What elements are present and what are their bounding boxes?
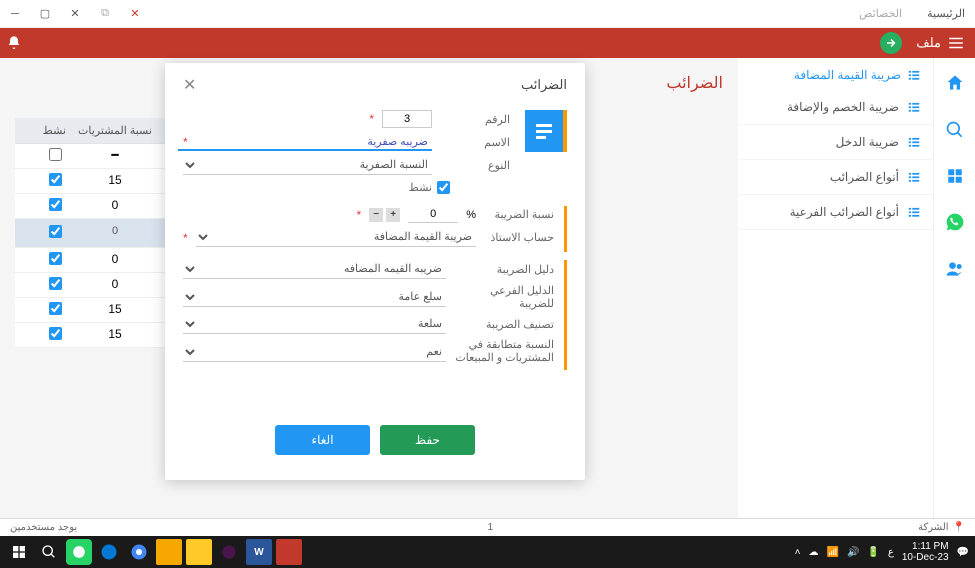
label-tax-class: تصنيف الضريبة	[454, 318, 554, 331]
taskbar-clock[interactable]: 1:11 PM 10-Dec-23	[902, 541, 949, 563]
list-icon	[907, 68, 921, 82]
close-button[interactable]: ✕	[60, 0, 90, 28]
content-area: الضرائب بة المبيعات نسبة المشتريات نشط ━…	[0, 58, 738, 518]
tray-lang[interactable]: ع	[888, 547, 894, 558]
spin-up[interactable]: +	[386, 208, 400, 222]
task-whatsapp-icon[interactable]	[66, 539, 92, 565]
save-button[interactable]: حفظ	[380, 425, 475, 455]
cancel-button[interactable]: الغاء	[275, 425, 370, 455]
list-icon	[907, 135, 921, 149]
notification-bell-icon[interactable]	[0, 28, 28, 58]
titlebar: الرئيسية الخصائص ─ ▢ ✕ ⧉ ✕	[0, 0, 975, 28]
input-tax-pct[interactable]	[408, 206, 458, 223]
panel-item-subtax-types[interactable]: أنواع الضرائب الفرعية	[738, 195, 933, 230]
start-icon[interactable]	[6, 539, 32, 565]
label-tax-guide: دليل الضريبة	[454, 263, 554, 276]
breadcrumb: ضريبة القيمة المضافة	[738, 68, 933, 90]
location-pin-icon: 📍	[953, 522, 965, 533]
task-store-icon[interactable]	[156, 539, 182, 565]
select-tax-class[interactable]: سلعة	[183, 315, 446, 334]
row-active-checkbox[interactable]	[49, 327, 62, 340]
users-status: يوجد مستخدمين	[10, 522, 77, 533]
spin-down[interactable]: −	[369, 208, 383, 222]
header: ملف	[0, 28, 975, 58]
task-explorer-icon[interactable]	[186, 539, 212, 565]
label-ledger: حساب الاستاذ	[484, 231, 554, 244]
taskbar: W ˄ ☁ 📶 🔊 🔋 ع 1:11 PM 10-Dec-23 💬	[0, 536, 975, 568]
select-tax-guide[interactable]: ضريبه القيمه المضافه	[183, 260, 446, 279]
vertical-sidebar	[933, 58, 975, 518]
tray-wifi-icon[interactable]: 📶	[827, 547, 839, 558]
row-active-checkbox[interactable]	[49, 302, 62, 315]
required-icon: *	[183, 231, 188, 245]
task-search-icon[interactable]	[36, 539, 62, 565]
label-match: النسبة متطابقة في المشتريات و المبيعات	[454, 339, 554, 365]
percent-sign: %	[466, 209, 476, 221]
side-panel: ضريبة القيمة المضافة ضريبة الخصم والإضاف…	[738, 58, 933, 518]
select-match[interactable]: نعم	[183, 343, 446, 362]
status-bar: 📍 الشركة 1 يوجد مستخدمين	[0, 518, 975, 536]
row-active-checkbox[interactable]	[49, 173, 62, 186]
company-label: الشركة	[918, 522, 948, 533]
select-sub-guide[interactable]: سلع عامة	[183, 288, 446, 307]
row-active-checkbox[interactable]	[49, 198, 62, 211]
whatsapp-icon[interactable]	[945, 212, 965, 237]
tray-battery-icon[interactable]: 🔋	[867, 547, 879, 558]
list-icon	[907, 170, 921, 184]
task-slack-icon[interactable]	[216, 539, 242, 565]
label-number: الرقم	[440, 113, 510, 126]
list-icon	[907, 100, 921, 114]
users-icon[interactable]	[945, 259, 965, 284]
tray-chevron-icon[interactable]: ˄	[795, 547, 801, 558]
maximize-button[interactable]: ▢	[30, 0, 60, 28]
panel-item-tax-types[interactable]: أنواع الضرائب	[738, 160, 933, 195]
tab-close-icon[interactable]: ✕	[120, 0, 150, 28]
label-type: النوع	[440, 159, 510, 172]
input-number[interactable]	[382, 110, 432, 128]
tab-new-icon[interactable]: ⧉	[90, 0, 120, 28]
required-icon: *	[357, 208, 362, 222]
required-icon: *	[183, 135, 188, 149]
select-type[interactable]: النسبة الصفرية	[183, 156, 432, 175]
row-active-checkbox[interactable]	[49, 148, 62, 161]
minimize-button[interactable]: ─	[0, 0, 30, 28]
apps-icon[interactable]	[946, 167, 964, 190]
label-active: نشط	[409, 181, 432, 194]
task-word-icon[interactable]: W	[246, 539, 272, 565]
modal-close-icon[interactable]: ✕	[183, 75, 196, 95]
list-icon	[907, 205, 921, 219]
tray-notification-icon[interactable]: 💬	[957, 547, 969, 558]
label-name: الاسم	[440, 136, 510, 149]
select-ledger[interactable]: ضريبة القيمة المضافة	[196, 228, 476, 247]
panel-item-discount-tax[interactable]: ضريبة الخصم والإضافة	[738, 90, 933, 125]
tray-cloud-icon[interactable]: ☁	[809, 547, 819, 558]
search-icon[interactable]	[945, 120, 965, 145]
tax-modal: الضرائب ✕ الرقم * الاسم *	[165, 63, 585, 480]
required-icon: *	[369, 112, 374, 126]
file-menu[interactable]: ملف	[916, 35, 941, 51]
panel-item-income-tax[interactable]: ضريبة الدخل	[738, 125, 933, 160]
col-purchase: نسبة المشتريات	[70, 118, 160, 143]
task-app-icon[interactable]	[276, 539, 302, 565]
forward-arrow-icon[interactable]	[880, 32, 902, 54]
modal-title: الضرائب	[521, 77, 567, 93]
col-active: نشط	[40, 118, 70, 143]
input-name[interactable]	[178, 133, 432, 151]
home-icon[interactable]	[945, 73, 965, 98]
label-tax-pct: نسبة الضريبة	[484, 208, 554, 221]
tray-volume-icon[interactable]: 🔊	[847, 547, 859, 558]
form-icon	[525, 110, 567, 152]
row-active-checkbox[interactable]	[49, 252, 62, 265]
sub-menu[interactable]: الخصائص	[859, 7, 902, 20]
row-active-checkbox[interactable]	[49, 225, 62, 238]
row-active-checkbox[interactable]	[49, 277, 62, 290]
app-menu[interactable]: الرئيسية	[927, 7, 965, 20]
label-sub-guide: الدليل الفرعي للضريبة	[454, 284, 554, 310]
checkbox-active[interactable]	[437, 181, 450, 194]
burger-icon[interactable]	[947, 34, 965, 52]
task-chrome-icon[interactable]	[126, 539, 152, 565]
task-edge-icon[interactable]	[96, 539, 122, 565]
page-indicator: 1	[488, 522, 494, 533]
